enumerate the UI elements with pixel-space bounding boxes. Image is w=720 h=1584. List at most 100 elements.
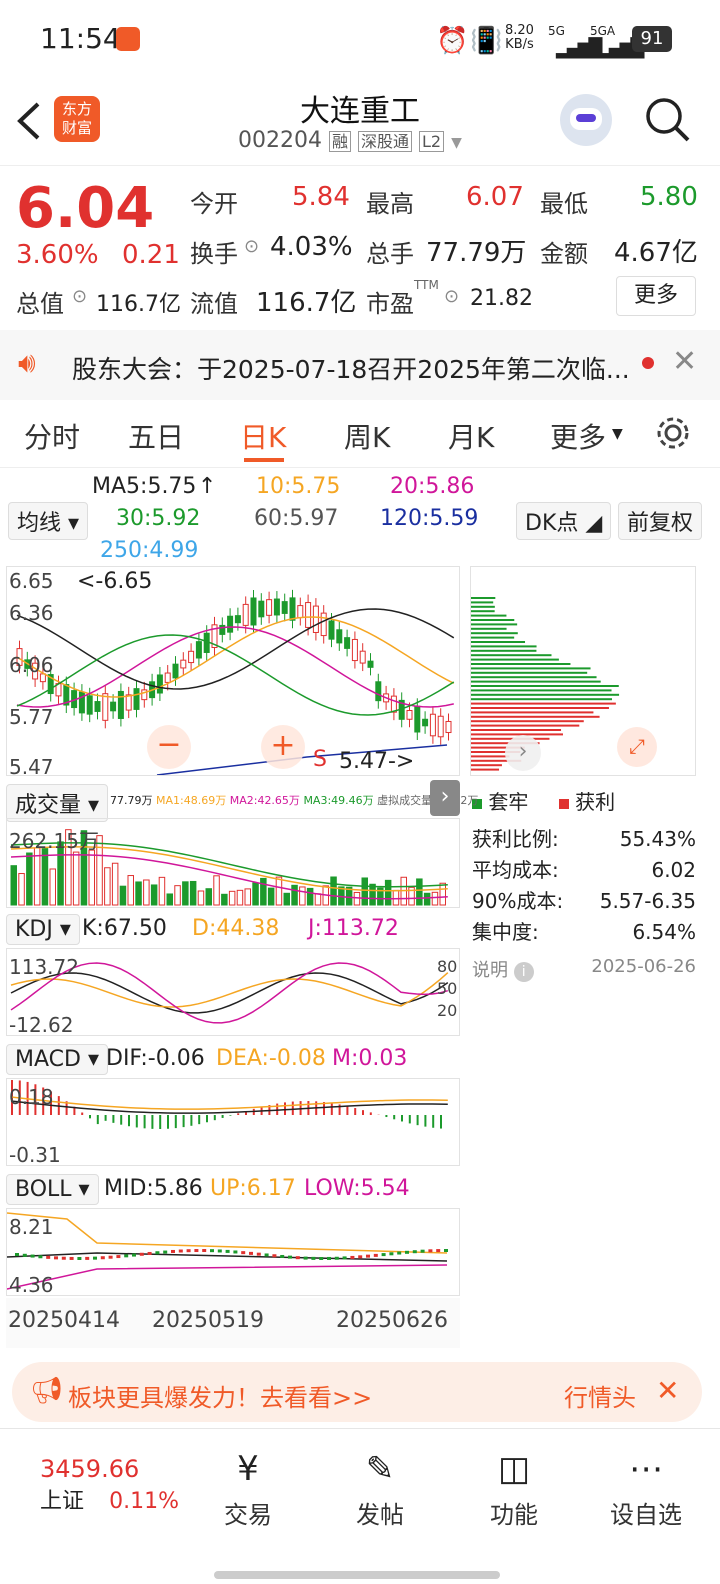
high-value: 6.07 [466,182,524,212]
zoom-out-button[interactable]: − [147,725,191,769]
boll-candle [178,1249,183,1253]
nav-functions-label: 功能 [490,1501,538,1529]
dk-point-button[interactable]: DK点 ◢ [516,502,612,540]
adjust-button[interactable]: 前复权 [618,502,703,540]
boll-pane[interactable]: 8.21 4.36 [6,1208,460,1297]
expand-icon[interactable]: ⤢ [617,727,657,767]
chart-area: MA5:5.75 ↑ 10:5.75 20:5.86 均线 ▾ 30:5.92 … [0,468,720,1358]
nav-post[interactable]: ✎ 发帖 [320,1449,440,1530]
chevron-down-icon[interactable]: ▼ [451,135,462,151]
stock-header: 东方 财富 大连重工 002204 融 深股通 L2 ▼ [0,80,720,166]
volume-indicator-selector[interactable]: 成交量 ▾ [6,784,109,822]
nav-trade[interactable]: ¥ 交易 [188,1449,308,1530]
macd-bar [237,1113,240,1115]
volume-bar [10,865,17,906]
promo-banner[interactable]: 📢︎ 板块更具爆发力！去看看>> 行情头 ✕ [12,1362,702,1422]
index-name: 上证 [40,1489,85,1514]
kline-candle [195,641,202,659]
dk-label: DK点 [525,511,579,536]
boll-selector[interactable]: BOLL ▾ [6,1174,99,1205]
kline-candle [117,690,124,719]
info-icon[interactable]: ⊙ [72,286,87,307]
nav-post-label: 发帖 [356,1501,404,1529]
chip-bar [471,649,537,652]
notice-bar[interactable]: 🔊︎ 股东大会：于2025-07-18召开2025年第二次临... ✕ [0,330,720,400]
boll-candle [69,1256,74,1260]
volume-bar [33,847,41,906]
volume-pane[interactable]: 262.15万 [6,818,460,908]
speaker-icon: 🔊︎ [18,346,36,379]
volume-label: 总手 [366,240,414,268]
close-icon[interactable]: ✕ [672,344,697,379]
kline-candle [180,659,187,669]
info-icon[interactable]: ⊙ [244,236,259,257]
macd-bar [159,1115,162,1129]
volume-bar [353,891,361,906]
boll-candle [217,1249,222,1253]
boll-candle [366,1254,370,1258]
promo-text: 板块更具爆发力！去看看>> [68,1384,373,1412]
chip-bar [471,605,495,608]
turnover-value: 4.03% [270,232,353,262]
chip-bar [471,768,500,771]
nav-functions[interactable]: ◫ 功能 [454,1449,574,1530]
macd-bar [120,1115,123,1125]
chip-bar [471,711,594,714]
info-icon[interactable]: ⊙ [444,286,459,307]
more-quote-button[interactable]: 更多 [616,276,696,316]
boll-candle [280,1254,285,1258]
chip-bar [471,676,597,679]
boll-candle [61,1256,66,1260]
search-icon[interactable] [644,96,692,144]
volume-bar [361,877,368,906]
nav-watchlist[interactable]: ⋯ 设自选 [586,1449,706,1530]
zoom-in-button[interactable]: + [261,725,305,769]
ma-selector[interactable]: 均线 ▾ [8,502,89,540]
volume-bar [236,889,244,906]
robot-avatar-icon[interactable] [560,94,612,146]
chip-bar [471,724,580,727]
tab-intraday[interactable]: 分时 [24,416,80,456]
kline-pane[interactable]: 6.65 6.36 6.06 5.77 5.47 <-6.65 S 5.47->… [6,566,460,779]
kdj-j: J:113.72 [308,916,399,941]
macd-bar [206,1115,208,1123]
chip-bar [471,597,496,599]
info-icon[interactable]: i [513,962,534,982]
macd-bar [393,1115,396,1120]
chip-distribution-pane[interactable]: › ⤢ [470,566,696,776]
chip-date: 2025-06-26 [591,956,696,977]
volume-bar [41,848,49,906]
index-quote[interactable]: 3459.66 上证 0.11% [40,1455,179,1515]
chevron-down-icon[interactable]: ▼ [612,426,623,442]
close-icon[interactable]: ✕ [656,1374,679,1407]
kline-candle [242,603,249,626]
period-tabs: 分时 五日 日K 周K 月K 更多 ▼ [0,400,720,468]
tab-more[interactable]: 更多 [550,416,606,456]
tab-five-day[interactable]: 五日 [128,416,184,456]
unread-dot [642,357,654,369]
kline-candle [312,605,319,633]
chip-note-row: 说明 i 2025-06-26 [472,956,696,982]
boll-candle [30,1254,35,1258]
chip-bar [471,614,507,617]
megaphone-icon: 📢︎ [30,1376,64,1406]
kline-candle [445,720,452,734]
chip-stat-value: 6.02 [651,858,696,882]
chevron-right-icon[interactable]: › [430,780,460,816]
tab-weekly-k[interactable]: 周K [344,416,390,456]
signal-icon: ▂▄▆█ [556,38,602,59]
kdj-selector[interactable]: KDJ ▾ [6,914,80,945]
kline-candle [359,650,366,664]
chip-stat-label: 平均成本: [472,858,559,882]
macd-selector[interactable]: MACD ▾ [6,1044,108,1075]
promo-right-text[interactable]: 行情头 [564,1378,636,1413]
settings-gear-icon[interactable] [654,414,692,452]
chip-note-label[interactable]: 说明 [472,960,508,981]
tab-daily-k[interactable]: 日K [240,416,286,456]
volume-bar [252,882,259,906]
chevron-right-icon[interactable]: › [505,735,541,771]
boll-candle [171,1249,175,1253]
kdj-pane[interactable]: 113.72 -12.62 80 50 20 [6,948,460,1037]
tab-monthly-k[interactable]: 月K [448,416,494,456]
macd-pane[interactable]: 0.18 -0.31 [6,1078,460,1167]
